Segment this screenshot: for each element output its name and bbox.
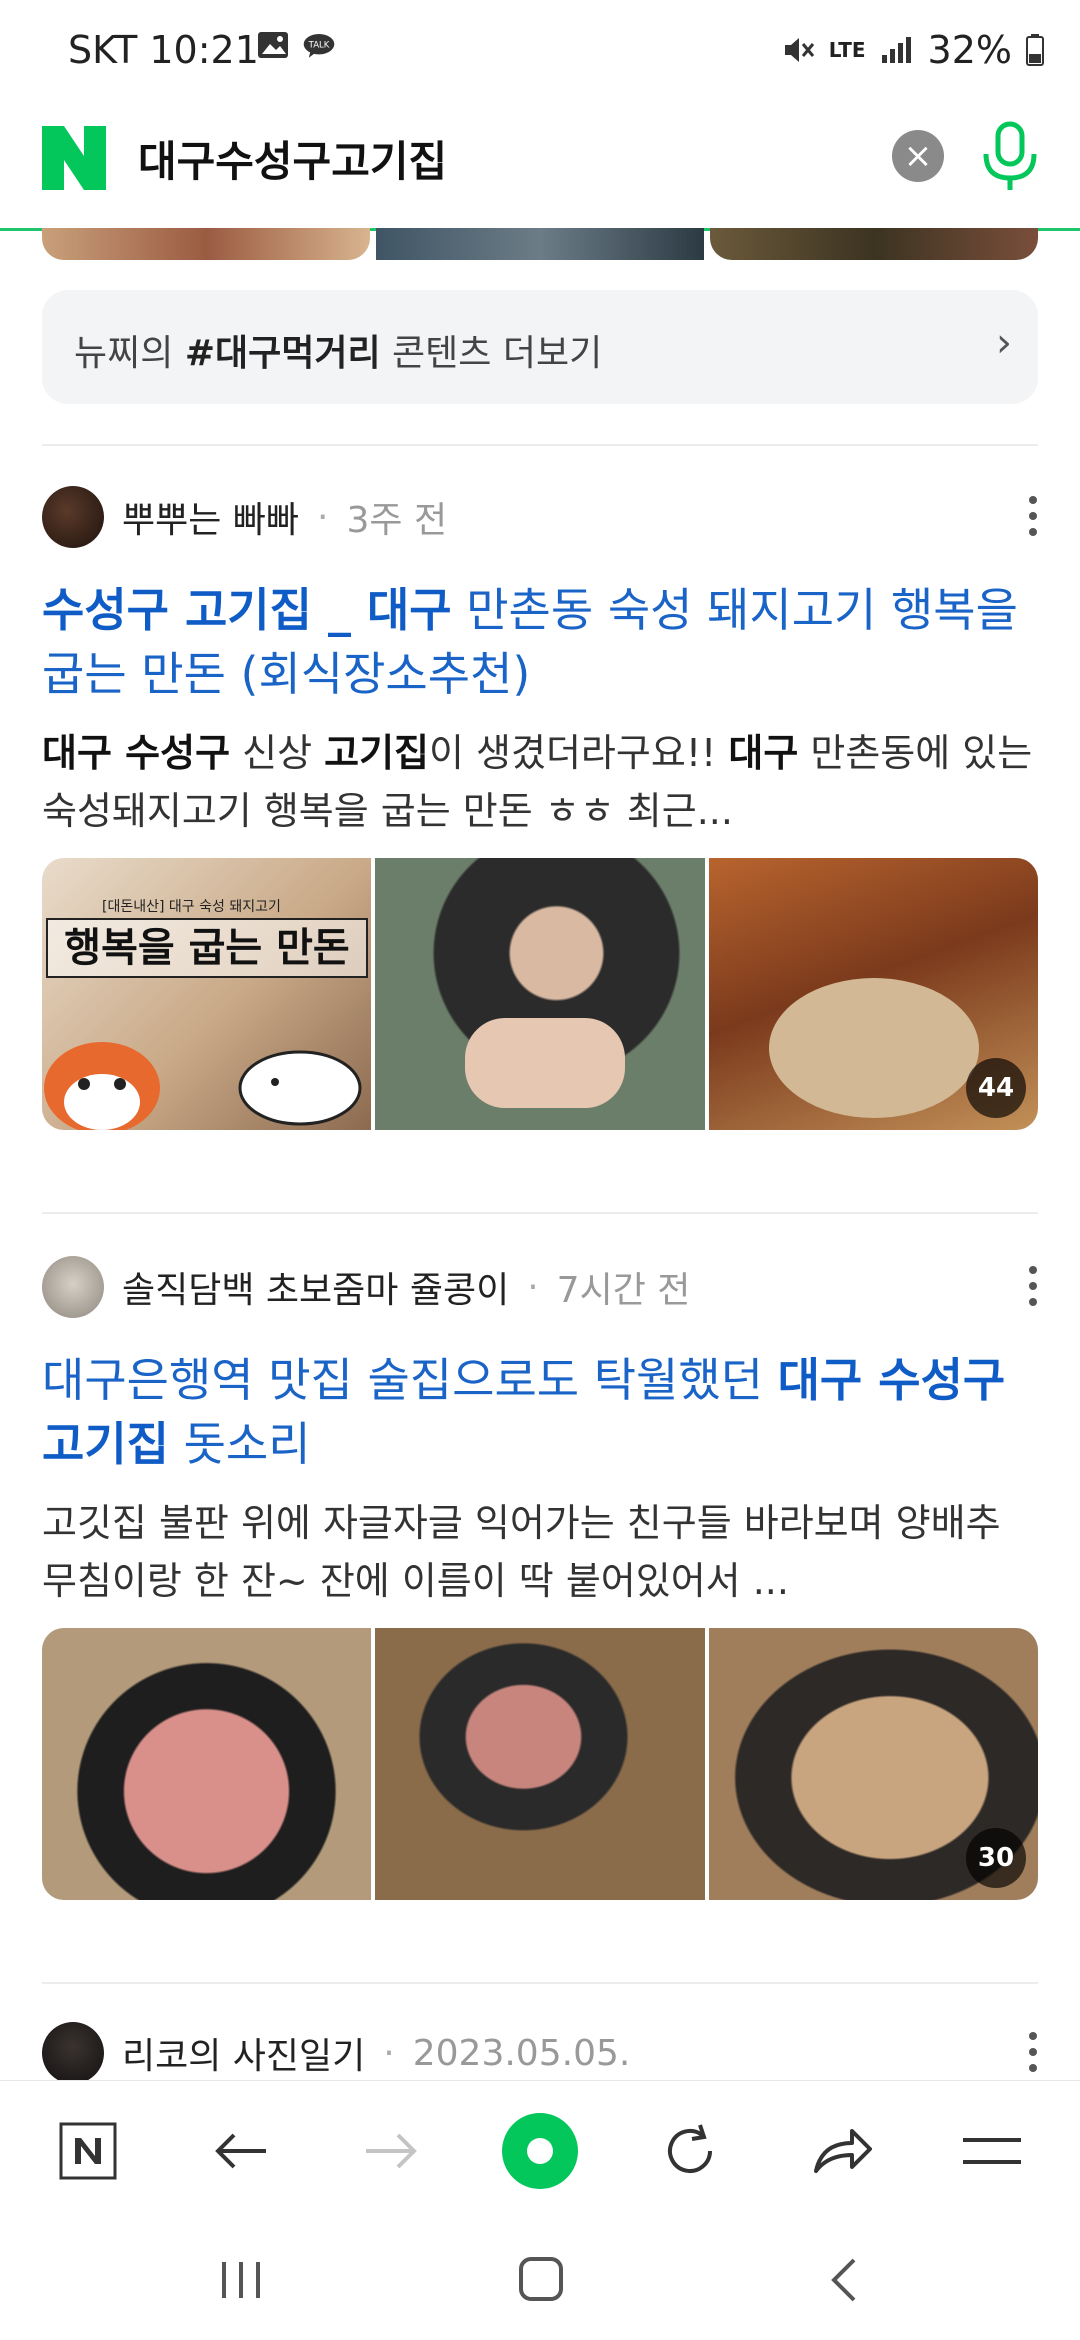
chevron-right-icon: › [996,320,1012,366]
home-square-icon[interactable] [518,2256,564,2302]
post-image-grid[interactable]: 30 [42,1628,1038,1900]
more-options-icon[interactable] [1028,2032,1038,2072]
post-image[interactable] [42,1628,372,1900]
post-image[interactable]: 44 [708,858,1038,1130]
post-date: 3주 전 [346,500,448,541]
network-label: LTE [828,38,866,62]
refresh-icon[interactable] [650,2111,730,2191]
post-image[interactable]: 30 [708,1628,1038,1900]
post-date: 2023.05.05. [412,2032,631,2074]
status-bar: SKT 10:21 TALK LTE 32% [0,0,1080,100]
avatar[interactable] [42,486,104,548]
post-image[interactable]: [대돈내산] 대구 숙성 돼지고기 행복을 굽는 만돈 [42,858,372,1130]
search-header: 대구수성구고기집 × [0,100,1080,231]
more-content-text: 뉴찌의 #대구먹거리 콘텐츠 더보기 [74,333,603,374]
avatar[interactable] [42,1256,104,1318]
gallery-icon [258,32,288,58]
author-row: 리코의 사진일기 · 2023.05.05. [42,2022,1038,2080]
search-input[interactable]: 대구수성구고기집 [138,128,447,189]
recent-apps-icon[interactable] [218,2258,264,2302]
post-image[interactable] [375,1628,705,1900]
status-right: LTE 32% [781,28,1044,72]
divider [42,1212,1038,1214]
title-segment: 돗소리 [168,1417,311,1471]
menu-icon[interactable] [952,2111,1032,2191]
post-title-link[interactable]: 대구은행역 맛집 술집으로도 탁월했던 대구 수성구 고기집 돗소리 [42,1348,1038,1476]
forward-arrow-icon[interactable] [352,2111,432,2191]
battery-percent: 32% [927,28,1012,72]
share-icon[interactable] [802,2111,882,2191]
post-card: 솔직담백 초보줌마 쥴콩이 · 7시간 전 대구은행역 맛집 술집으로도 탁월했… [42,1256,1038,1900]
battery-icon [1026,34,1044,66]
title-segment: 수성구 고기집 _ 대구 [42,583,452,637]
pig-drawing-icon [238,1050,362,1126]
status-carrier-time: SKT 10:21 [68,28,259,72]
divider [42,1982,1038,1984]
post-card: 리코의 사진일기 · 2023.05.05. [42,2022,1038,2080]
divider [42,444,1038,446]
title-segment: 대구은행역 맛집 술집으로도 탁월했던 [42,1353,778,1407]
post-image[interactable] [375,858,705,1130]
author-row: 솔직담백 초보줌마 쥴콩이 · 7시간 전 [42,1256,1038,1318]
author-name[interactable]: 뿌뿌는 빠빠 [122,491,299,543]
naver-logo-icon[interactable] [42,126,106,190]
thumbnail-caption: 행복을 굽는 만돈 [46,918,368,978]
author-name[interactable]: 리코의 사진일기 [122,2027,365,2079]
description-segment: 이 생겼더라구요!! [429,731,729,775]
more-options-icon[interactable] [1028,496,1038,536]
previous-result-image[interactable] [42,228,370,260]
signal-icon [881,37,911,63]
post-card: 뿌뿌는 빠빠 · 3주 전 수성구 고기집 _ 대구 만촌동 숙성 돼지고기 행… [42,486,1038,1130]
more-content-button[interactable]: 뉴찌의 #대구먹거리 콘텐츠 더보기 › [42,290,1038,404]
previous-result-image[interactable] [376,228,704,260]
description-segment: 대구 [728,731,799,775]
image-count-badge: 44 [965,1058,1026,1118]
svg-text:TALK: TALK [308,41,330,51]
system-nav-bar [0,2220,1080,2340]
naver-home-icon[interactable] [48,2111,128,2191]
back-arrow-icon[interactable] [200,2111,280,2191]
description-segment: 대구 수성구 [42,731,231,775]
post-description: 고깃집 불판 위에 자글자글 익어가는 친구들 바라보며 양배추 무침이랑 한 … [42,1494,1038,1610]
green-dot-home-button[interactable] [500,2111,580,2191]
browser-toolbar [0,2080,1080,2221]
notification-icons: TALK [256,30,336,60]
post-description: 대구 수성구 신상 고기집이 생겼더라구요!! 대구 만촌동에 있는 숙성돼지고… [42,724,1038,840]
post-date: 7시간 전 [556,1270,691,1311]
more-options-icon[interactable] [1028,1266,1038,1306]
previous-result-image[interactable] [710,228,1038,260]
avatar[interactable] [42,2022,104,2080]
image-count-badge: 30 [965,1828,1026,1888]
author-name[interactable]: 솔직담백 초보줌마 쥴콩이 [122,1261,509,1313]
author-row: 뿌뿌는 빠빠 · 3주 전 [42,486,1038,548]
shiba-mascot-icon [44,1042,160,1130]
description-segment: 고기집 [324,731,430,775]
description-segment: 신상 [230,731,325,775]
description-segment: 고깃집 불판 위에 자글자글 익어가는 친구들 바라보며 양배추 무침이랑 한 … [42,1501,1001,1603]
post-title-link[interactable]: 수성구 고기집 _ 대구 만촌동 숙성 돼지고기 행복을 굽는 만돈 (회식장소… [42,578,1038,706]
post-image-grid[interactable]: [대돈내산] 대구 숙성 돼지고기 행복을 굽는 만돈 44 [42,858,1038,1130]
mute-icon [784,38,814,62]
talk-icon: TALK [303,33,335,58]
system-back-icon[interactable] [826,2256,860,2304]
clear-search-button[interactable]: × [892,130,944,182]
voice-search-mic-icon[interactable] [978,120,1042,192]
